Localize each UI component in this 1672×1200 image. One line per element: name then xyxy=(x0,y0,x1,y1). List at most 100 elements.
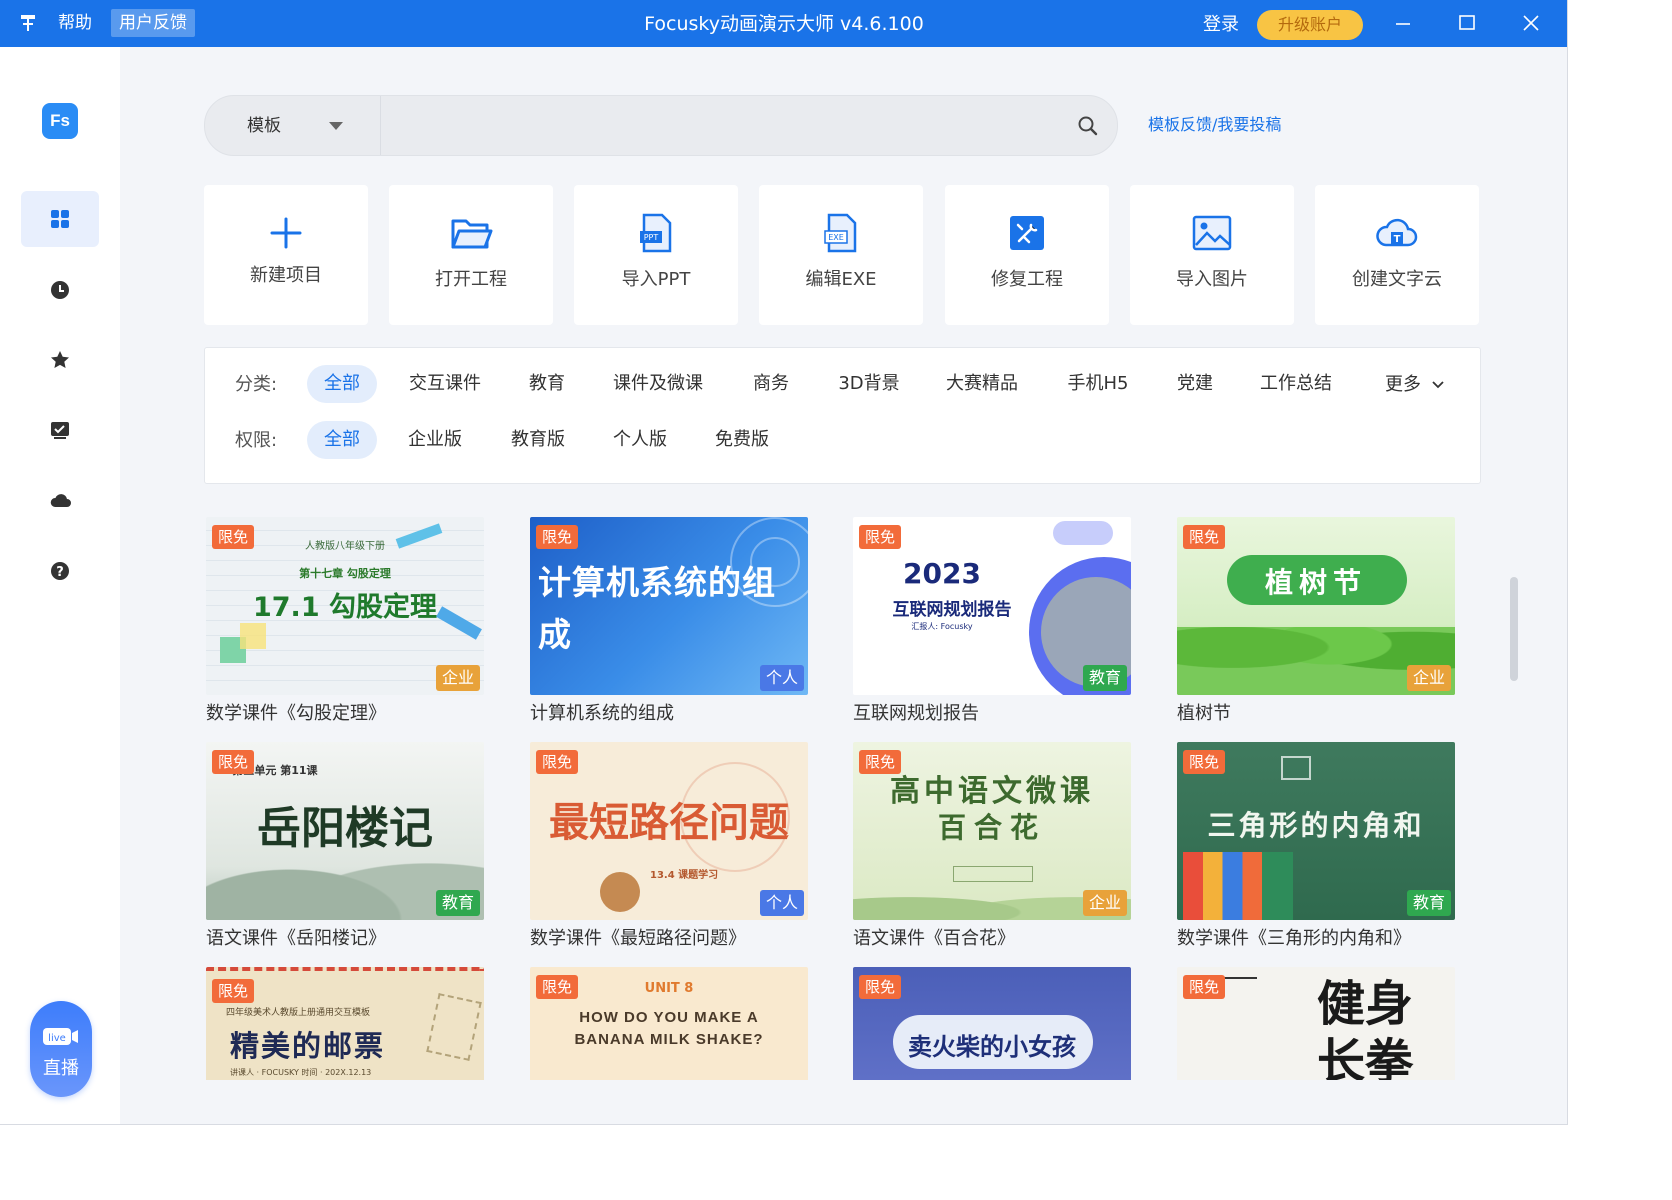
clock-icon xyxy=(51,281,69,299)
free-badge: 限免 xyxy=(536,750,579,774)
permission-label: 权限: xyxy=(235,430,278,451)
template-feedback-link[interactable]: 模板反馈/我要投稿 xyxy=(1148,113,1281,137)
edition-badge: 企业 xyxy=(435,665,480,691)
thumb-title: 2023 xyxy=(903,557,981,590)
category-chip[interactable]: 商务 xyxy=(739,365,803,403)
thumb-title: 健身长拳 xyxy=(1317,976,1414,1080)
sidebar-item-tasks[interactable] xyxy=(21,402,99,458)
category-label: 分类: xyxy=(235,374,278,395)
live-icon: live xyxy=(43,1028,78,1045)
upgrade-account-button[interactable]: 升级账户 xyxy=(1257,10,1363,40)
permission-chip[interactable]: 教育版 xyxy=(503,421,573,459)
edition-badge: 企业 xyxy=(1406,665,1451,691)
free-badge: 限免 xyxy=(859,525,902,549)
free-badge: 限免 xyxy=(1183,525,1226,549)
category-chip[interactable]: 3D背景 xyxy=(827,365,911,403)
action-label: 编辑EXE xyxy=(805,269,877,290)
template-name: 计算机系统的组成 xyxy=(530,703,674,724)
template-thumbnail: 卖火柴的小女孩 限免 xyxy=(853,967,1131,1080)
sidebar-item-recent[interactable] xyxy=(21,262,99,318)
sidebar: Fs ? live 直播 xyxy=(0,47,120,1124)
svg-text:?: ? xyxy=(56,565,64,580)
template-name: 植树节 xyxy=(1177,703,1231,724)
filter-panel: 分类: 全部 交互课件 教育 课件及微课 商务 3D背景 大赛精品 手机H5 党… xyxy=(204,347,1481,484)
word-cloud-icon: T xyxy=(1376,218,1418,247)
free-badge: 限免 xyxy=(212,979,255,1003)
category-chip[interactable]: 全部 xyxy=(307,365,377,403)
plus-icon xyxy=(270,217,302,249)
action-label: 导入图片 xyxy=(1176,269,1248,290)
cloud-icon xyxy=(50,494,71,507)
thumb-subtitle: 讲课人 · FOCUSKY 时间 · 202X.12.13 xyxy=(230,1068,372,1077)
action-label: 新建项目 xyxy=(250,265,322,286)
search-icon[interactable] xyxy=(1077,115,1099,137)
grid-icon xyxy=(51,210,69,228)
category-chip[interactable]: 党建 xyxy=(1163,365,1227,403)
sidebar-item-templates[interactable] xyxy=(21,191,99,247)
category-chip[interactable]: 交互课件 xyxy=(400,365,490,403)
category-chip[interactable]: 工作总结 xyxy=(1251,365,1341,403)
template-name: 语文课件《百合花》 xyxy=(853,928,1015,949)
maximize-icon[interactable] xyxy=(1452,8,1482,38)
permission-chip[interactable]: 免费版 xyxy=(707,421,777,459)
permission-chip[interactable]: 企业版 xyxy=(400,421,470,459)
free-badge: 限免 xyxy=(1183,975,1226,999)
search-input[interactable] xyxy=(383,102,1063,148)
svg-text:EXE: EXE xyxy=(828,233,844,242)
template-thumbnail: 2023 互联网规划报告 汇报人: Focusky 限免 教育 xyxy=(853,517,1131,695)
repair-tools-icon xyxy=(1010,216,1044,250)
thumb-title: 三角形的内角和 xyxy=(1207,809,1425,842)
search-type-dropdown[interactable]: 模板 xyxy=(205,96,381,155)
template-name: 数学课件《最短路径问题》 xyxy=(530,928,746,949)
action-open-project[interactable]: 打开工程 xyxy=(389,185,553,325)
close-icon[interactable] xyxy=(1516,8,1546,38)
title-bar: 帮助 用户反馈 Focusky动画演示大师 v4.6.100 登录 升级账户 xyxy=(0,0,1567,47)
sidebar-item-cloud[interactable] xyxy=(21,472,99,528)
action-import-ppt[interactable]: PPT 导入PPT xyxy=(574,185,738,325)
action-edit-exe[interactable]: EXE 编辑EXE xyxy=(759,185,923,325)
free-badge: 限免 xyxy=(859,975,902,999)
action-import-image[interactable]: 导入图片 xyxy=(1130,185,1294,325)
live-stream-button[interactable]: live 直播 xyxy=(30,1001,92,1097)
search-type-label: 模板 xyxy=(247,116,281,136)
more-categories-button[interactable]: 更多 xyxy=(1385,372,1445,398)
thumb-subtitle: 百合花 xyxy=(937,811,1046,844)
scrollbar-thumb[interactable] xyxy=(1510,577,1518,681)
edition-badge: 企业 xyxy=(1082,890,1127,916)
svg-text:T: T xyxy=(1394,234,1401,245)
permission-chip[interactable]: 全部 xyxy=(307,421,377,459)
category-chip[interactable]: 大赛精品 xyxy=(937,365,1027,403)
category-chip[interactable]: 课件及微课 xyxy=(603,365,713,403)
thumb-subtitle: 第十七章 勾股定理 xyxy=(299,567,391,580)
action-label: 导入PPT xyxy=(621,269,691,290)
template-card[interactable]: 四年级美术人教版上册通用交互模板 精美的邮票 讲课人 · FOCUSKY 时间 … xyxy=(206,967,484,1080)
template-card[interactable]: 健身长拳 限免 xyxy=(1177,967,1455,1080)
free-badge: 限免 xyxy=(212,525,255,549)
category-chip[interactable]: 手机H5 xyxy=(1057,365,1139,403)
template-card[interactable]: 卖火柴的小女孩 限免 xyxy=(853,967,1131,1080)
free-badge: 限免 xyxy=(1183,750,1226,774)
free-badge: 限免 xyxy=(536,525,579,549)
permission-chip[interactable]: 个人版 xyxy=(605,421,675,459)
svg-text:PPT: PPT xyxy=(644,233,659,242)
template-thumbnail: 植树节 限免 企业 xyxy=(1177,517,1455,695)
image-icon xyxy=(1192,215,1232,251)
star-icon xyxy=(51,351,69,368)
more-label: 更多 xyxy=(1385,374,1421,395)
action-new-project[interactable]: 新建项目 xyxy=(204,185,368,325)
free-badge: 限免 xyxy=(212,750,255,774)
login-button[interactable]: 登录 xyxy=(1203,12,1239,38)
template-card[interactable]: UNIT 8 HOW DO YOU MAKE A BANANA MILK SHA… xyxy=(530,967,808,1080)
sidebar-item-favorites[interactable] xyxy=(21,332,99,388)
free-badge: 限免 xyxy=(536,975,579,999)
free-badge: 限免 xyxy=(859,750,902,774)
thumb-top-text: 汇报人: Focusky xyxy=(911,622,973,631)
sidebar-item-help[interactable]: ? xyxy=(21,543,99,599)
category-chip[interactable]: 教育 xyxy=(515,365,579,403)
action-create-word-cloud[interactable]: T 创建文字云 xyxy=(1315,185,1479,325)
help-icon: ? xyxy=(51,562,69,580)
minimize-icon[interactable] xyxy=(1388,8,1418,38)
action-repair-project[interactable]: 修复工程 xyxy=(945,185,1109,325)
chevron-down-icon xyxy=(1432,381,1444,389)
svg-text:live: live xyxy=(48,1033,66,1044)
